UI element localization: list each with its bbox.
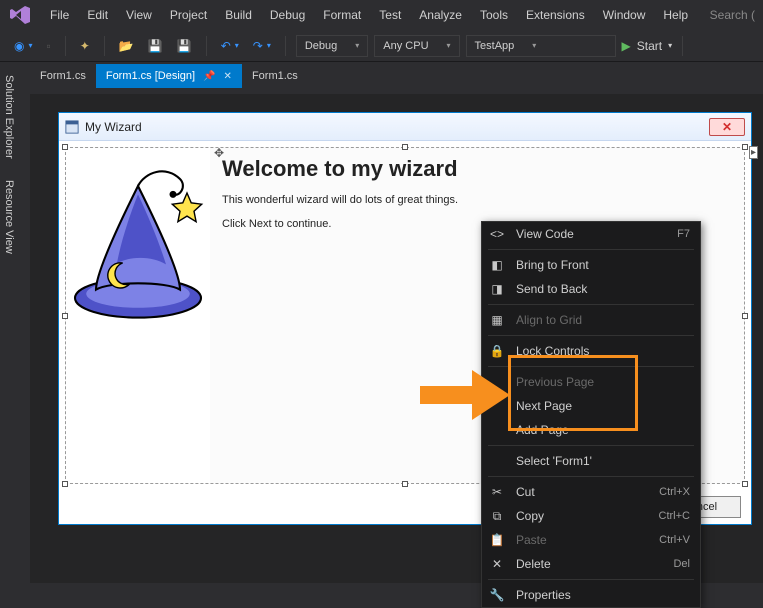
ctx-align-to-grid: ▦Align to Grid — [482, 308, 700, 332]
ctx-bring-to-front[interactable]: ◧Bring to Front — [482, 253, 700, 277]
wizard-line-1: This wonderful wizard will do lots of gr… — [222, 194, 732, 206]
open-icon[interactable]: 📂 — [115, 37, 138, 55]
ctx-paste: 📋PasteCtrl+V — [482, 528, 700, 552]
redo-icon[interactable]: ↷ ▾ — [249, 37, 275, 55]
startup-project-dropdown[interactable]: TestApp▾ — [466, 35, 616, 57]
ctx-send-to-back[interactable]: ◨Send to Back — [482, 277, 700, 301]
menu-debug[interactable]: Debug — [262, 5, 313, 25]
send-back-icon: ◨ — [488, 282, 506, 296]
menu-extensions[interactable]: Extensions — [518, 5, 593, 25]
vs-logo-icon — [8, 3, 32, 27]
lock-icon: 🔒 — [488, 344, 506, 358]
copy-icon: ⧉ — [488, 509, 506, 524]
toolbar: ◉ ▾ ▫ ✦ 📂 💾 💾 ↶ ▾ ↷ ▾ Debug▾ Any CPU▾ Te… — [0, 30, 763, 62]
paste-icon: 📋 — [488, 533, 506, 547]
menu-bar: File Edit View Project Build Debug Forma… — [0, 0, 763, 30]
menu-tools[interactable]: Tools — [472, 5, 516, 25]
menu-test[interactable]: Test — [371, 5, 409, 25]
side-panel: Solution Explorer Resource View — [0, 68, 22, 268]
menu-build[interactable]: Build — [217, 5, 260, 25]
menu-help[interactable]: Help — [655, 5, 696, 25]
ctx-delete[interactable]: ✕DeleteDel — [482, 552, 700, 576]
ctx-previous-page: Previous Page — [482, 370, 700, 394]
doc-tab-form1-code[interactable]: Form1.cs — [30, 64, 96, 88]
document-tab-strip: Form1.cs Form1.cs [Design]📌✕ Form1.cs — [0, 62, 763, 88]
form-titlebar: My Wizard ✕ — [59, 113, 751, 141]
ctx-cut[interactable]: ✂CutCtrl+X — [482, 480, 700, 504]
designer-context-menu: <>View CodeF7 ◧Bring to Front ◨Send to B… — [481, 221, 701, 608]
config-dropdown[interactable]: Debug▾ — [296, 35, 368, 57]
start-button[interactable]: ▶Start ▾ — [622, 39, 673, 53]
ctx-copy[interactable]: ⧉CopyCtrl+C — [482, 504, 700, 528]
nav-back-icon[interactable]: ◉ ▾ — [10, 37, 37, 55]
form-close-button[interactable]: ✕ — [709, 118, 745, 136]
bring-front-icon: ◧ — [488, 258, 506, 272]
ctx-next-page[interactable]: Next Page — [482, 394, 700, 418]
form-icon — [65, 120, 79, 134]
doc-tab-form1-design[interactable]: Form1.cs [Design]📌✕ — [96, 64, 242, 88]
ctx-add-page[interactable]: Add Page — [482, 418, 700, 442]
menu-format[interactable]: Format — [315, 5, 369, 25]
delete-icon: ✕ — [488, 557, 506, 571]
menu-file[interactable]: File — [42, 5, 77, 25]
sidetab-solution-explorer[interactable]: Solution Explorer — [0, 68, 18, 166]
menu-view[interactable]: View — [118, 5, 160, 25]
menu-window[interactable]: Window — [595, 5, 654, 25]
ctx-select-form1[interactable]: Select 'Form1' — [482, 449, 700, 473]
close-icon[interactable]: ✕ — [224, 71, 232, 82]
pin-icon[interactable]: 📌 — [203, 71, 215, 82]
doc-tab-form1-code-2[interactable]: Form1.cs — [242, 64, 308, 88]
menu-edit[interactable]: Edit — [79, 5, 116, 25]
menu-analyze[interactable]: Analyze — [411, 5, 470, 25]
form-title: My Wizard — [85, 120, 142, 134]
new-project-icon[interactable]: ✦ — [76, 37, 94, 55]
save-icon[interactable]: 💾 — [144, 37, 167, 55]
menu-project[interactable]: Project — [162, 5, 215, 25]
nav-fwd-icon: ▫ — [43, 37, 55, 55]
cut-icon: ✂ — [488, 485, 506, 499]
save-all-icon[interactable]: 💾 — [173, 37, 196, 55]
ctx-view-code[interactable]: <>View CodeF7 — [482, 222, 700, 246]
code-icon: <> — [488, 227, 506, 241]
sidetab-resource-view[interactable]: Resource View — [0, 173, 18, 261]
wizard-heading: Welcome to my wizard — [222, 156, 732, 182]
search-input[interactable]: Search ( — [710, 8, 755, 22]
annotation-arrow-icon — [420, 370, 510, 420]
undo-icon[interactable]: ↶ ▾ — [217, 37, 243, 55]
smart-tag-icon[interactable]: ▸ — [749, 146, 758, 159]
platform-dropdown[interactable]: Any CPU▾ — [374, 35, 459, 57]
grid-icon: ▦ — [488, 313, 506, 327]
wizard-sidebar-image — [66, 148, 210, 483]
ctx-properties[interactable]: 🔧Properties — [482, 583, 700, 607]
wrench-icon: 🔧 — [488, 588, 506, 602]
move-glyph-icon[interactable]: ✥ — [214, 146, 224, 160]
ctx-lock-controls[interactable]: 🔒Lock Controls — [482, 339, 700, 363]
